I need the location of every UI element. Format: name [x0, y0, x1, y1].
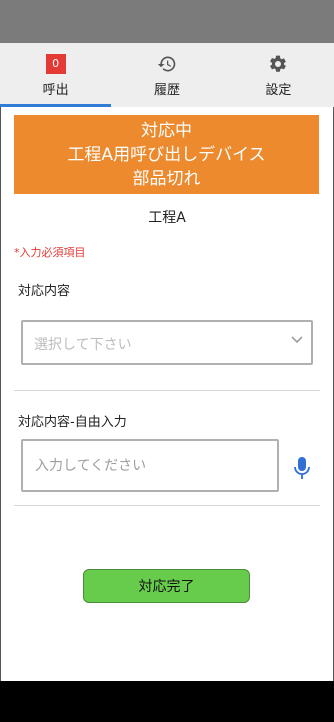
- alert-device: 工程A用呼び出しデバイス: [67, 144, 266, 165]
- tab-history[interactable]: 履歴: [111, 43, 222, 107]
- history-icon: [157, 53, 177, 75]
- tab-call[interactable]: 0 呼出: [0, 43, 112, 107]
- chevron-down-icon: [290, 330, 304, 349]
- status-bar: [0, 0, 334, 43]
- call-count-badge: 0: [45, 54, 66, 74]
- alert-status: 対応中: [141, 120, 192, 141]
- tab-bar: 0 呼出 履歴 設定: [0, 43, 334, 107]
- process-name: 工程A: [148, 210, 186, 226]
- free-text-input[interactable]: [21, 439, 279, 492]
- alert-banner: 対応中 工程A用呼び出しデバイス 部品切れ: [14, 115, 319, 194]
- tab-history-label: 履歴: [153, 83, 180, 98]
- divider: [14, 390, 320, 391]
- response-content-select[interactable]: 選択して下さい: [21, 320, 313, 365]
- free-text-label: 対応内容-自由入力: [18, 415, 127, 430]
- divider: [14, 505, 320, 506]
- gear-icon: [268, 53, 288, 75]
- complete-button[interactable]: 対応完了: [83, 569, 250, 603]
- response-content-label: 対応内容: [18, 284, 71, 299]
- tab-call-label: 呼出: [42, 83, 69, 98]
- alert-reason: 部品切れ: [132, 168, 201, 189]
- call-badge-icon: 0: [45, 53, 66, 75]
- tab-settings-label: 設定: [265, 83, 292, 98]
- response-content-placeholder: 選択して下さい: [34, 337, 132, 353]
- required-note: *入力必須項目: [14, 246, 86, 259]
- bottom-bar: [0, 681, 334, 722]
- tab-settings[interactable]: 設定: [223, 43, 334, 107]
- microphone-icon[interactable]: [293, 455, 311, 481]
